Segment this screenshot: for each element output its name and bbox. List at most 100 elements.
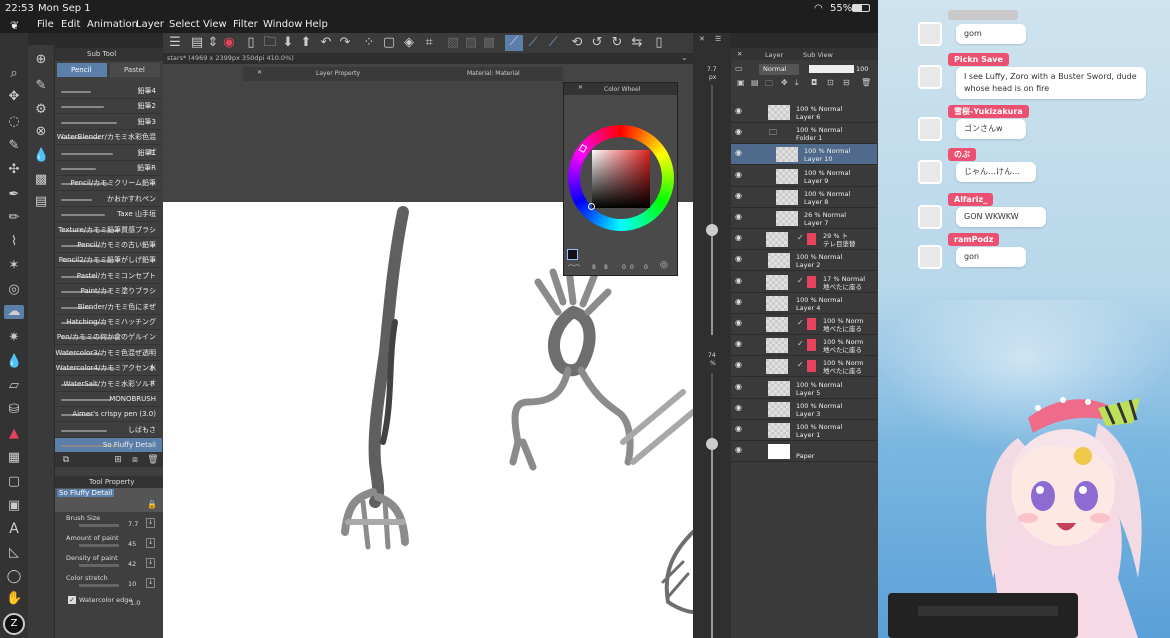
visibility-eye-icon[interactable]: ◉	[735, 191, 742, 200]
check-icon[interactable]: ✓	[797, 234, 804, 242]
tool-property-value[interactable]: 10	[128, 580, 136, 588]
crop-icon[interactable]: ⌗	[421, 36, 437, 50]
brush-item[interactable]: Blender/カモミ色にまぜ	[55, 300, 162, 315]
visibility-eye-icon[interactable]: ◉	[735, 128, 742, 136]
visibility-eye-icon[interactable]: ◉	[735, 170, 742, 179]
tool-property-stepper-icon[interactable]: ↓	[146, 578, 155, 588]
duplicate-subtool-icon[interactable]: ⧈	[127, 453, 143, 467]
layer-row[interactable]: ◉ 29 % トテレ目塗替 ✓	[731, 229, 877, 251]
visibility-eye-icon[interactable]: ◉	[735, 234, 742, 242]
stabilize-icon-2[interactable]: ⟋	[525, 36, 541, 50]
brush-item[interactable]: Texture/カモミ鉛筆質感ブラシ	[55, 223, 162, 238]
visibility-eye-icon[interactable]: ◉	[735, 361, 742, 369]
layer-row[interactable]: ◉ 100 % Normal Layer 9	[731, 166, 877, 187]
snap-icon-1[interactable]: ▧	[445, 36, 461, 50]
menu-select[interactable]: Select	[169, 19, 200, 30]
tool-property-value[interactable]: 7.7	[128, 520, 138, 528]
sparkle-icon[interactable]: ✷	[6, 331, 22, 345]
check-icon[interactable]: ✓	[797, 361, 804, 369]
brush-item[interactable]: かおかすれペン	[55, 192, 162, 207]
brush-item[interactable]: WaterBlender/カモミ水彩色混ぜ	[55, 130, 162, 156]
delete-subtool-icon[interactable]: 🗑	[145, 453, 161, 467]
menu-help[interactable]: Help	[305, 19, 328, 30]
menu-window[interactable]: Window	[263, 19, 302, 30]
square-icon[interactable]: ▩	[33, 173, 49, 187]
layer-row[interactable]: ◉ 100 % Normal Layer 2	[731, 250, 877, 272]
rotate-left-icon[interactable]: ↺	[589, 36, 605, 50]
layer-row[interactable]: ◉ 26 % Normal Layer 7	[731, 208, 877, 229]
brush-item[interactable]: Pencil/カモミの古い鉛筆	[55, 238, 162, 253]
hand-icon[interactable]: ✋	[6, 592, 22, 606]
rotate-icon[interactable]: ⟲	[569, 36, 585, 50]
tool-property-slider[interactable]	[79, 564, 119, 567]
brush-item[interactable]: Pen/カモミの何か食のゲルイン	[55, 330, 162, 346]
quick-access-icon[interactable]: Z	[3, 613, 25, 635]
saturation-square[interactable]	[588, 150, 650, 210]
line-icon[interactable]: ◺	[6, 546, 22, 560]
visibility-eye-icon[interactable]: ◉	[735, 276, 742, 285]
lock-icon[interactable]: 🔒	[147, 500, 157, 509]
menu-edit[interactable]: Edit	[61, 19, 80, 30]
visibility-eye-icon[interactable]: ◉	[735, 213, 742, 221]
layer-sub-icon[interactable]: ▤	[33, 195, 49, 209]
pastel-tool-icon[interactable]: ☁	[4, 305, 24, 319]
tool-property-value[interactable]: 45	[128, 540, 136, 548]
new-vector-layer-icon[interactable]: ▤	[751, 78, 759, 87]
delete-layer-icon[interactable]: 🗑	[861, 78, 871, 87]
layer-row[interactable]: ◉ 100 % Normal Layer 10	[731, 144, 877, 166]
open-file-icon[interactable]: 🗀	[262, 36, 278, 50]
pencil-sub-icon[interactable]: ✎	[33, 79, 49, 93]
zoom-icon[interactable]: ⌕	[6, 67, 22, 81]
tab-chevron-down-icon[interactable]: ⌄	[681, 53, 688, 62]
phone-icon[interactable]: ▯	[651, 36, 667, 50]
tool-property-stepper-icon[interactable]: ↓	[146, 538, 155, 548]
lasso-icon[interactable]: ◌	[6, 115, 22, 129]
brush-item[interactable]: Pastel/カモミコンセプト	[55, 269, 162, 284]
move-layer-icon[interactable]: ✥	[781, 78, 788, 87]
visibility-eye-icon[interactable]: ◉	[735, 340, 742, 348]
lasso-fill-icon[interactable]: ◎	[6, 283, 22, 297]
layer-row[interactable]: ◉ 100 % Normal Layer 3	[731, 399, 877, 420]
opacity-slider-handle[interactable]	[706, 438, 718, 450]
visibility-eye-icon[interactable]: ◉	[735, 297, 742, 306]
gradient-icon[interactable]: ▦	[6, 451, 22, 465]
menu-layer[interactable]: Layer	[136, 19, 164, 30]
layer-mode-icon[interactable]: ▭	[735, 64, 743, 73]
menu-icon[interactable]: ☰	[167, 36, 183, 50]
pen-icon[interactable]: ✒	[6, 188, 22, 202]
tool-property-slider[interactable]	[79, 524, 119, 527]
app-logo-icon[interactable]: ❦	[10, 19, 19, 32]
lock-layer-icon[interactable]: ⊟	[843, 78, 850, 87]
stabilize-icon-3[interactable]: ⟋	[545, 36, 561, 50]
ruler-icon[interactable]: ▣	[6, 499, 22, 513]
list-icon[interactable]: ▤	[189, 36, 205, 50]
snap-icon-2[interactable]: ▨	[463, 36, 479, 50]
water-icon[interactable]: 💧	[33, 149, 49, 163]
visibility-eye-icon[interactable]: ◉	[735, 107, 742, 115]
tool-property-stepper-icon[interactable]: ↓	[146, 558, 155, 568]
brush-item[interactable]: Hatching/カモミハッチング	[55, 315, 162, 330]
visibility-eye-icon[interactable]: ◉	[735, 149, 742, 157]
palette-icon[interactable]: ⊗	[33, 125, 49, 139]
check-icon[interactable]: ✓	[797, 340, 804, 348]
document-tab[interactable]: stars* (4969 x 2399px 350dpi 410.0%)	[167, 54, 294, 62]
brush-item[interactable]: MONOBRUSH	[55, 392, 162, 407]
move-icon[interactable]: ✥	[6, 90, 22, 104]
clear-icon[interactable]: ▢	[381, 36, 397, 50]
layer-folder-row[interactable]: ◉ 🗀 100 % Normal Folder 1	[731, 123, 877, 145]
balloon-icon[interactable]: ◯	[6, 570, 22, 584]
brush-item[interactable]: Taxe 山手垣	[55, 207, 162, 223]
layer-row[interactable]: ◉ 100 % Normal Layer 1	[731, 420, 877, 441]
brush-item[interactable]: 鉛筆2	[55, 99, 162, 115]
rotate-right-icon[interactable]: ↻	[609, 36, 625, 50]
fill-layer-icon[interactable]: ◈	[401, 36, 417, 50]
pencil-icon[interactable]: ✏	[6, 211, 22, 225]
paint-bucket-icon[interactable]: ▲	[6, 427, 22, 441]
stabilize-icon-1[interactable]: ⟋	[505, 35, 523, 51]
transform-icon[interactable]: ✣	[6, 163, 22, 177]
tool-property-slider[interactable]	[79, 584, 119, 587]
new-raster-layer-icon[interactable]: ▣	[737, 78, 745, 87]
strip-menu-icon[interactable]: ☰	[715, 35, 721, 43]
color-wheel-close-icon[interactable]: ✕	[578, 84, 583, 91]
tab-pastel[interactable]: Pastel	[110, 63, 160, 77]
